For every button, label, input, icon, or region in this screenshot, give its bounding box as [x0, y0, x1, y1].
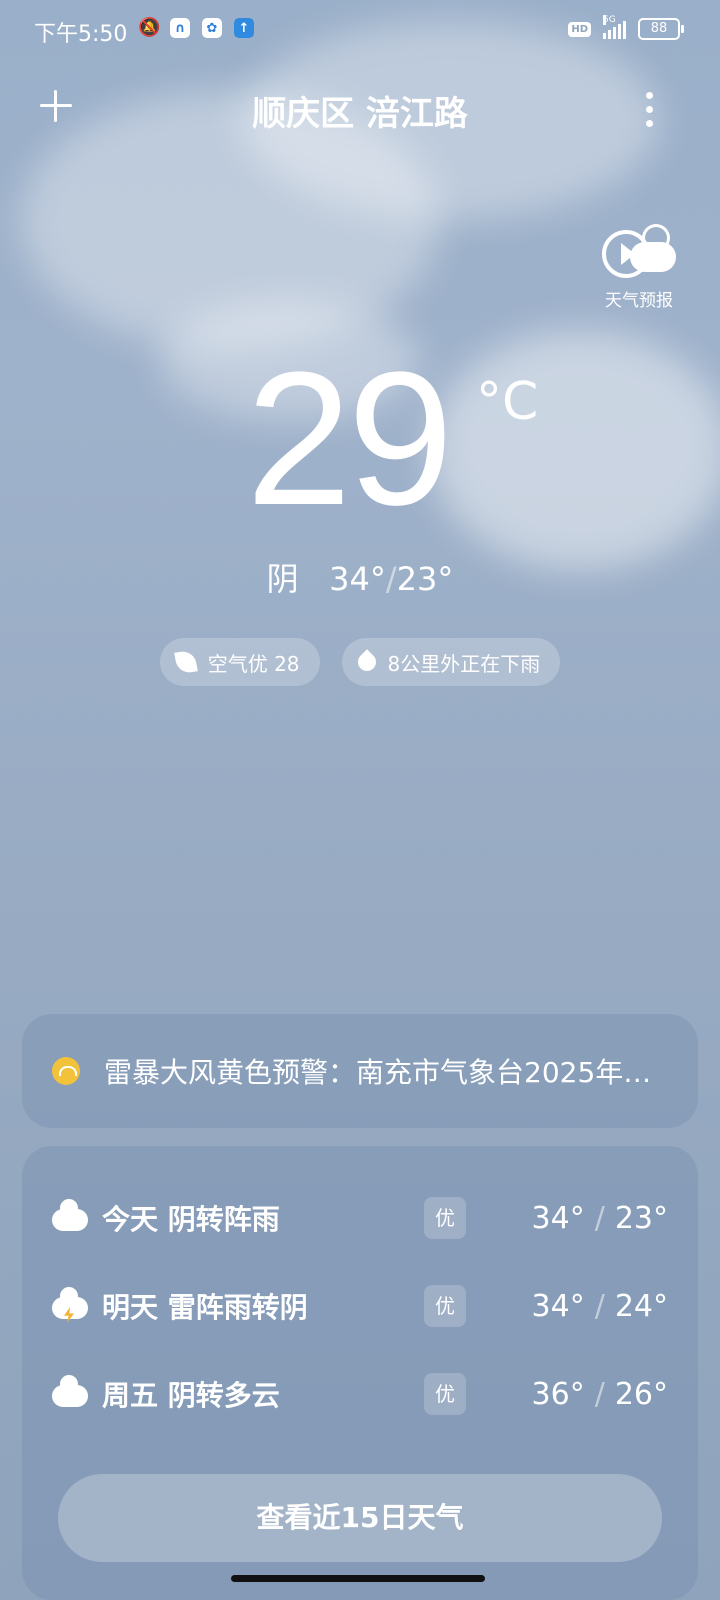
low-temp: 26° — [614, 1376, 668, 1412]
aqi-badge: 优 — [424, 1197, 466, 1239]
thunder-cloud-icon — [52, 1287, 90, 1323]
air-quality-chip[interactable]: 空气优 28 — [159, 638, 320, 686]
forecast-row-tomorrow[interactable]: 明天 雷阵雨转阴 优 34°/24° — [22, 1276, 698, 1336]
system-icons: HD 5G 88 — [568, 15, 684, 40]
low-temp: 24° — [614, 1288, 668, 1324]
aqi-badge: 优 — [424, 1373, 466, 1415]
high-temp: 34° — [531, 1200, 585, 1236]
temperature-unit: °C — [476, 372, 539, 432]
aqi-badge: 优 — [424, 1285, 466, 1327]
info-chips: 空气优 28 8公里外正在下雨 — [0, 638, 720, 686]
status-time: 下午5:50 — [34, 22, 128, 47]
status-bar: 下午5:50 🔕 ∩ ✿ ↑ HD 5G 88 — [0, 0, 720, 64]
daily-forecast-card: 今天 阴转阵雨 优 34°/23° 明天 雷阵雨转阴 优 34°/24° 周五 … — [22, 1146, 698, 1600]
warning-sun-icon — [52, 1057, 80, 1085]
view-15-day-button[interactable]: 查看近15日天气 — [58, 1474, 662, 1562]
background-cloud — [430, 330, 720, 570]
leaf-icon — [173, 649, 198, 675]
air-quality-text: 空气优 28 — [207, 651, 300, 676]
mute-bell-icon: 🔕 — [138, 17, 161, 38]
high-temp: 34° — [531, 1288, 585, 1324]
network-type: 5G — [603, 15, 616, 25]
forecast-day-label: 周五 阴转多云 — [102, 1379, 280, 1412]
location-title[interactable]: 顺庆区 涪江路 — [0, 86, 720, 135]
current-temperature: 29 — [246, 333, 453, 545]
raindrop-icon — [353, 649, 380, 675]
today-high: 34° — [329, 560, 386, 598]
app-notification-icon: ∩ — [170, 18, 190, 38]
weather-video-icon — [596, 218, 682, 282]
separator: / — [385, 560, 397, 598]
upload-icon: ↑ — [234, 18, 254, 38]
alert-text: 雷暴大风黄色预警：南充市气象台2025年… — [104, 1056, 652, 1089]
current-condition: 阴 34°/23° — [0, 554, 720, 600]
battery-icon: 88 — [638, 18, 684, 40]
baidu-icon: ✿ — [202, 18, 222, 38]
forecast-video-button[interactable]: 天气预报 — [596, 218, 682, 311]
hd-icon: HD — [568, 21, 591, 37]
temp-range: 34°/23° — [532, 1201, 668, 1236]
forecast-day-label: 今天 阴转阵雨 — [102, 1203, 280, 1236]
temp-range: 36°/26° — [532, 1377, 668, 1412]
separator: / — [594, 1376, 605, 1412]
cloud-icon — [52, 1375, 90, 1407]
rain-nearby-chip[interactable]: 8公里外正在下雨 — [341, 638, 561, 686]
cloud-icon — [52, 1199, 90, 1231]
signal-icon: 5G — [603, 15, 626, 39]
low-temp: 23° — [614, 1200, 668, 1236]
notification-icons: 🔕 ∩ ✿ ↑ — [138, 18, 254, 38]
today-low: 23° — [396, 560, 454, 598]
separator: / — [594, 1200, 605, 1236]
forecast-row-today[interactable]: 今天 阴转阵雨 优 34°/23° — [22, 1188, 698, 1248]
temp-range: 34°/24° — [532, 1289, 668, 1324]
condition-text: 阴 — [266, 560, 299, 598]
home-indicator[interactable] — [231, 1575, 485, 1582]
rain-nearby-text: 8公里外正在下雨 — [387, 651, 541, 676]
weather-alert-card[interactable]: 雷暴大风黄色预警：南充市气象台2025年… — [22, 1014, 698, 1128]
high-temp: 36° — [531, 1376, 585, 1412]
forecast-day-label: 明天 雷阵雨转阴 — [102, 1291, 308, 1324]
forecast-row-friday[interactable]: 周五 阴转多云 优 36°/26° — [22, 1364, 698, 1424]
more-options-button[interactable] — [646, 92, 654, 127]
forecast-video-label: 天气预报 — [605, 291, 673, 311]
separator: / — [594, 1288, 605, 1324]
